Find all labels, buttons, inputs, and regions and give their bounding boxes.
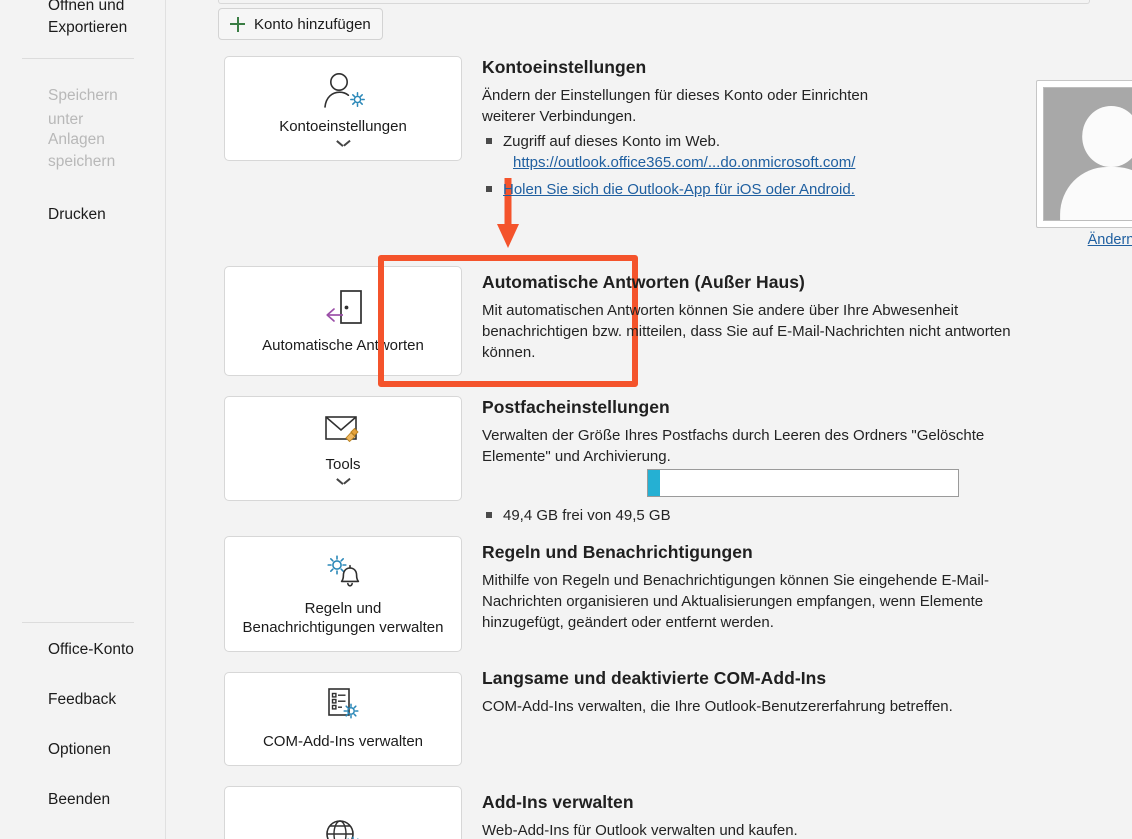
section-body-web-addins-line1: Web-Add-Ins für Outlook verwalten und ka… xyxy=(482,822,798,839)
manage-rules-tile-label-line1: Regeln und xyxy=(304,599,382,617)
sidebar-item-save-as: Speichern unter xyxy=(48,87,118,128)
outlook-mobile-app-link[interactable]: Holen Sie sich die Outlook-App für iOS o… xyxy=(503,179,855,200)
section-title-rules: Regeln und Benachrichtigungen xyxy=(482,542,753,562)
section-title-automatic-replies: Automatische Antworten (Außer Haus) xyxy=(482,272,805,292)
chevron-down-icon[interactable] xyxy=(337,477,350,485)
bullet-square-icon xyxy=(486,512,492,518)
automatic-replies-tile-label: Automatische Antworten xyxy=(262,337,424,354)
sidebar-item-exit[interactable]: Beenden xyxy=(0,788,150,812)
plus-icon xyxy=(230,16,245,32)
mailbox-storage-progress-fill xyxy=(648,470,661,496)
sidebar-item-save-attachments: Anlagen xyxy=(48,131,105,148)
tools-tile-label: Tools xyxy=(325,456,361,473)
bullet-web-access: Zugriff auf dieses Konto im Web. xyxy=(486,131,720,152)
door-exit-arrow-icon xyxy=(321,287,365,329)
mailbox-storage-status-text: 49,4 GB frei von 49,5 GB xyxy=(503,507,671,524)
section-body-account-settings-line1: Ändern der Einstellungen für dieses Kont… xyxy=(482,87,869,104)
section-body-com-addins-line1: COM-Add-Ins verwalten, die Ihre Outlook-… xyxy=(482,698,953,715)
manage-rules-tile[interactable]: Regeln und Benachrichtigungen verwalten xyxy=(224,536,462,652)
mailbox-storage-progressbar xyxy=(647,469,959,497)
outlook-web-link[interactable]: https://outlook.office365.com/...do.onmi… xyxy=(513,152,855,173)
manage-web-addins-tile[interactable] xyxy=(224,786,462,839)
account-settings-tile-label: Kontoeinstellungen xyxy=(279,118,407,135)
manage-com-addins-tile[interactable]: COM-Add-Ins verwalten xyxy=(224,672,462,766)
section-body-account-settings-line2: weiterer Verbindungen. xyxy=(482,108,637,125)
panel-top-edge xyxy=(218,0,1090,4)
avatar-body-shape xyxy=(1060,167,1132,220)
section-title-web-addins: Add-Ins verwalten xyxy=(482,792,634,812)
section-body-automatic-replies-line2: benachrichtigen bzw. mitteilen, dass Sie… xyxy=(482,323,1011,340)
gear-bell-icon xyxy=(321,552,365,592)
section-body-automatic-replies-line3: können. xyxy=(482,344,536,361)
section-body-mailbox-settings-line1: Verwalten der Größe Ihres Postfachs durc… xyxy=(482,427,985,444)
bullet-square-icon xyxy=(486,186,492,192)
avatar xyxy=(1036,80,1132,228)
list-gear-icon xyxy=(322,687,364,725)
manage-com-addins-tile-label: COM-Add-Ins verwalten xyxy=(262,733,424,750)
sidebar-item-options[interactable]: Optionen xyxy=(0,738,150,762)
section-title-account-settings: Kontoeinstellungen xyxy=(482,57,647,77)
section-body-rules-line1: Mithilfe von Regeln und Benachrichtigung… xyxy=(482,572,989,589)
manage-rules-tile-label-line2: Benachrichtigungen verwalten xyxy=(242,618,444,636)
mailbox-storage-status: 49,4 GB frei von 49,5 GB xyxy=(486,505,671,526)
sidebar-item-save-attachments-line2: speichern xyxy=(48,153,116,170)
sidebar-divider-top xyxy=(22,58,134,59)
sidebar-item-print[interactable]: Drucken xyxy=(0,203,150,227)
sidebar-item-feedback[interactable]: Feedback xyxy=(0,688,150,712)
sidebar-item-open-export-line2[interactable]: Exportieren xyxy=(0,16,150,40)
add-account-button[interactable]: Konto hinzufügen xyxy=(218,8,383,40)
add-account-label: Konto hinzufügen xyxy=(254,15,371,33)
sidebar-item-office-account[interactable]: Office-Konto xyxy=(0,638,150,662)
chevron-down-icon[interactable] xyxy=(337,139,350,147)
section-body-mailbox-settings-line2: Elemente" und Archivierung. xyxy=(482,448,671,465)
bullet-square-icon xyxy=(486,138,492,144)
section-body-automatic-replies-line1: Mit automatischen Antworten können Sie a… xyxy=(482,302,959,319)
envelope-broom-icon xyxy=(321,412,365,448)
automatic-replies-tile[interactable]: Automatische Antworten xyxy=(224,266,462,376)
bullet-web-access-text: Zugriff auf dieses Konto im Web. xyxy=(503,133,721,150)
avatar-head-shape xyxy=(1082,106,1132,168)
section-body-rules-line2: Nachrichten organisieren und Aktualisier… xyxy=(482,593,984,610)
change-photo-link[interactable]: Ändern xyxy=(1036,232,1132,248)
bullet-mobile-app: Holen Sie sich die Outlook-App für iOS o… xyxy=(486,179,855,200)
section-title-mailbox-settings: Postfacheinstellungen xyxy=(482,397,670,417)
sidebar: Öffnen und Exportieren Speichern unter A… xyxy=(0,0,166,839)
person-gear-icon xyxy=(320,70,366,110)
account-information-pane: Konto hinzufügen Kontoeinstellungen Auto… xyxy=(166,0,1132,839)
section-body-rules-line3: hinzugefügt, geändert oder entfernt werd… xyxy=(482,614,774,631)
account-settings-tile[interactable]: Kontoeinstellungen xyxy=(224,56,462,161)
sidebar-divider-bottom xyxy=(22,622,134,623)
section-title-com-addins: Langsame und deaktivierte COM-Add-Ins xyxy=(482,668,827,688)
avatar-placeholder-image xyxy=(1043,87,1132,221)
globe-gear-icon xyxy=(321,816,365,839)
tools-tile[interactable]: Tools xyxy=(224,396,462,501)
